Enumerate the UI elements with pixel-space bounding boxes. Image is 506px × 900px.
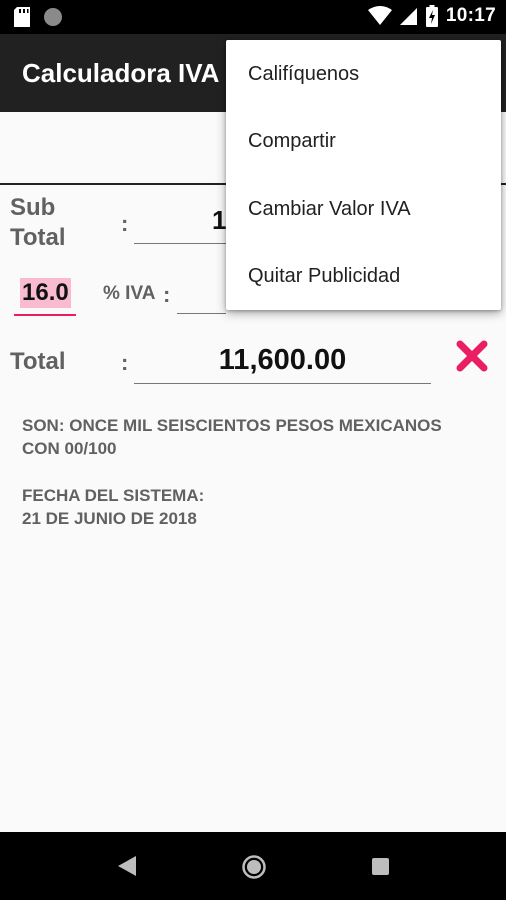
- total-label: Total: [10, 348, 66, 375]
- amount-words-line1: SON: ONCE MIL SEISCIENTOS PESOS MEXICANO…: [22, 416, 442, 435]
- iva-rate-input[interactable]: 16.0: [14, 276, 76, 316]
- iva-label: % IVA: [103, 283, 156, 304]
- subtotal-label: Sub Total: [10, 193, 66, 253]
- iva-colon: :: [163, 282, 171, 307]
- recents-icon[interactable]: [372, 858, 389, 875]
- app-title: Calculadora IVA: [22, 58, 220, 88]
- iva-rate-value: 16.0: [20, 278, 71, 308]
- circle-notification-icon: [44, 8, 62, 26]
- subtotal-label-text: Sub Total: [10, 194, 66, 251]
- wifi-icon: [367, 6, 392, 25]
- menu-item-rate-us[interactable]: Califíquenos: [226, 41, 501, 108]
- back-icon[interactable]: [116, 854, 138, 878]
- total-value: 11,600.00: [218, 344, 347, 376]
- subtotal-input[interactable]: 1: [212, 205, 226, 236]
- iva-amount-underline: [177, 313, 226, 314]
- menu-item-share[interactable]: Compartir: [226, 108, 501, 175]
- status-bar: 10:17: [0, 0, 506, 34]
- close-icon[interactable]: [454, 338, 490, 374]
- date-value: 21 DE JUNIO DE 2018: [22, 509, 197, 528]
- cellular-signal-icon: [399, 8, 417, 25]
- total-colon: :: [121, 350, 129, 375]
- navigation-bar: [0, 832, 506, 900]
- menu-item-remove-ads[interactable]: Quitar Publicidad: [226, 243, 501, 310]
- date-label: FECHA DEL SISTEMA:: [22, 486, 205, 505]
- sd-card-icon: [14, 7, 30, 27]
- battery-charging-icon: [425, 5, 438, 27]
- status-bar-right: 10:17: [367, 5, 496, 27]
- home-icon[interactable]: [241, 854, 267, 880]
- amount-words-line2: CON 00/100: [22, 439, 117, 458]
- overflow-menu: Califíquenos Compartir Cambiar Valor IVA…: [226, 40, 501, 310]
- status-time: 10:17: [445, 5, 496, 26]
- subtotal-colon: :: [121, 211, 129, 236]
- total-underline: [134, 383, 431, 384]
- status-bar-left: [14, 7, 62, 27]
- subtotal-underline: [134, 243, 231, 244]
- menu-item-change-iva[interactable]: Cambiar Valor IVA: [226, 176, 501, 243]
